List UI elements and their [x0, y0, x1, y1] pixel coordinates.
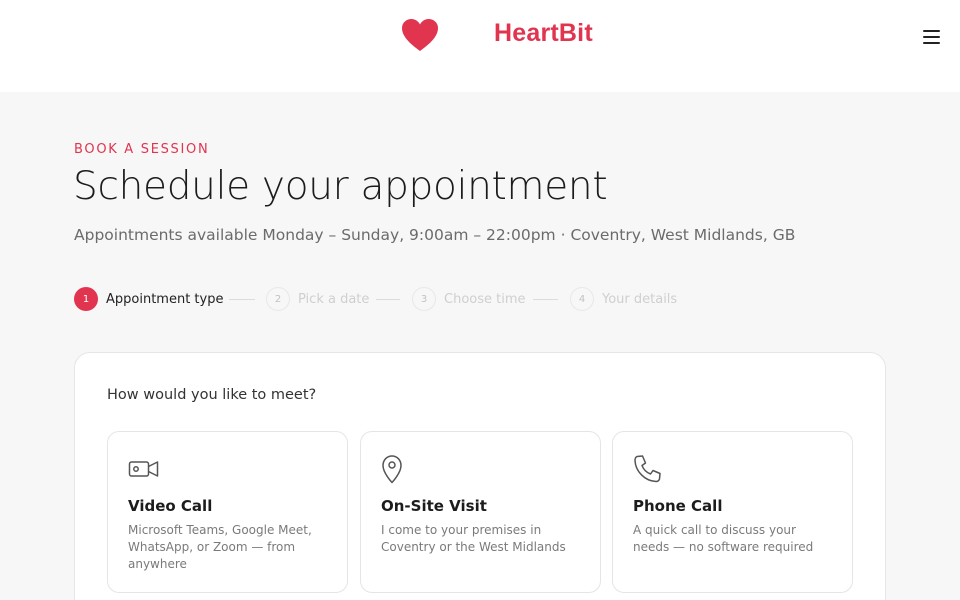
step-appointment-type[interactable]: 1 Appointment type — [74, 287, 223, 311]
option-on-site-visit[interactable]: On-Site Visit I come to your premises in… — [360, 431, 601, 593]
step-label: Choose time — [444, 291, 526, 307]
option-description: A quick call to discuss your needs — no … — [633, 523, 814, 554]
phone-icon — [634, 455, 661, 483]
step-number: 1 — [74, 287, 98, 311]
step-number: 4 — [570, 287, 594, 311]
step-your-details[interactable]: 4 Your details — [570, 287, 677, 311]
hamburger-menu-icon[interactable] — [920, 27, 944, 47]
page-title: Schedule your appointment — [73, 164, 608, 209]
option-title: On-Site Visit — [381, 497, 487, 515]
site-header: HeartBit — [0, 0, 960, 92]
heart-icon[interactable] — [401, 18, 439, 52]
step-pick-a-date[interactable]: 2 Pick a date — [266, 287, 369, 311]
availability-subtitle: Appointments available Monday – Sunday, … — [74, 226, 796, 244]
step-number: 2 — [266, 287, 290, 311]
map-pin-icon — [382, 455, 402, 484]
step-divider — [376, 299, 400, 300]
appointment-type-card: How would you like to meet? Video Call M… — [74, 352, 886, 600]
step-label: Pick a date — [298, 291, 370, 307]
option-title: Video Call — [128, 497, 213, 515]
meeting-question: How would you like to meet? — [107, 387, 317, 403]
eyebrow-label: BOOK A SESSION — [74, 142, 210, 157]
step-label: Your details — [602, 291, 678, 307]
option-video-call[interactable]: Video Call Microsoft Teams, Google Meet,… — [107, 431, 348, 593]
booking-steps: 1 Appointment type 2 Pick a date 3 Choos… — [74, 287, 714, 313]
step-number: 3 — [412, 287, 436, 311]
step-divider — [533, 299, 558, 300]
step-label: Appointment type — [106, 291, 224, 307]
option-phone-call[interactable]: Phone Call A quick call to discuss your … — [612, 431, 853, 593]
option-description: I come to your premises in Coventry or t… — [381, 523, 566, 554]
step-choose-time[interactable]: 3 Choose time — [412, 287, 526, 311]
brand-name[interactable]: HeartBit — [494, 19, 593, 48]
video-camera-icon — [128, 461, 159, 477]
step-divider — [229, 299, 255, 300]
option-title: Phone Call — [633, 497, 723, 515]
option-description: Microsoft Teams, Google Meet, WhatsApp, … — [128, 523, 312, 571]
